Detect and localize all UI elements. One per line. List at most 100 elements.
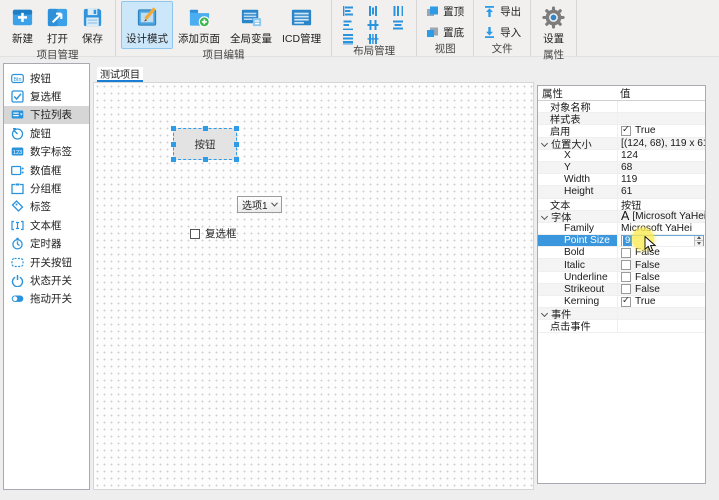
property-value[interactable]: [(124, 68), 119 x 61] bbox=[617, 138, 705, 149]
toolbar-button-global-var[interactable]: 全局变量 bbox=[225, 1, 277, 49]
palette-item-drag-switch[interactable]: 拖动开关 bbox=[4, 290, 89, 308]
property-value[interactable]: False bbox=[617, 272, 705, 283]
property-row-geometry[interactable]: 位置大小[(124, 68), 119 x 61] bbox=[538, 138, 705, 150]
value-column-header: 值 bbox=[617, 86, 705, 101]
property-value[interactable]: 119 bbox=[617, 174, 705, 185]
palette-item-button[interactable]: Btn按钮 bbox=[4, 69, 89, 87]
property-value[interactable]: False bbox=[617, 247, 705, 258]
property-row-height[interactable]: Height61 bbox=[538, 186, 705, 198]
unchecked-checkbox-icon[interactable] bbox=[621, 260, 631, 270]
toolbar-button-settings[interactable]: 设置 bbox=[536, 1, 571, 49]
property-row-text[interactable]: 文本按钮 bbox=[538, 199, 705, 211]
toolbar-button-align-right[interactable] bbox=[387, 4, 409, 17]
property-row-y[interactable]: Y68 bbox=[538, 162, 705, 174]
property-value[interactable]: 9 bbox=[617, 235, 705, 246]
property-row-family[interactable]: FamilyMicrosoft YaHei bbox=[538, 223, 705, 235]
property-value[interactable]: 68 bbox=[617, 162, 705, 173]
bool-value-text: False bbox=[635, 260, 660, 271]
resize-handle[interactable] bbox=[171, 126, 176, 131]
canvas-button-widget[interactable]: 按钮 bbox=[173, 128, 237, 160]
palette-item-toggle-button[interactable]: 开关按钮 bbox=[4, 253, 89, 271]
property-value[interactable]: A[Microsoft YaHei, 9] bbox=[617, 211, 705, 222]
property-value[interactable]: True bbox=[617, 125, 705, 136]
resize-handle[interactable] bbox=[171, 157, 176, 162]
toolbar-button-design-mode[interactable]: 设计模式 bbox=[121, 1, 173, 49]
collapse-chevron-icon[interactable] bbox=[541, 140, 548, 147]
property-row-underline[interactable]: UnderlineFalse bbox=[538, 272, 705, 284]
property-value[interactable]: Microsoft YaHei bbox=[617, 223, 705, 234]
toolbar-button-icd-manage[interactable]: ICD管理 bbox=[277, 1, 326, 49]
resize-handle[interactable] bbox=[203, 157, 208, 162]
toolbar-button-send-back[interactable]: 置底 bbox=[422, 23, 468, 42]
property-row-point-size[interactable]: Point Size9 bbox=[538, 235, 705, 247]
property-row-object-name[interactable]: 对象名称 bbox=[538, 101, 705, 113]
toolbar-button-align-vcenter[interactable] bbox=[362, 4, 384, 17]
toolbar-button-bring-front[interactable]: 置顶 bbox=[422, 2, 468, 21]
property-value[interactable]: False bbox=[617, 259, 705, 270]
unchecked-checkbox-icon[interactable] bbox=[621, 272, 631, 282]
property-row-stylesheet[interactable]: 样式表 bbox=[538, 113, 705, 125]
resize-handle[interactable] bbox=[234, 142, 239, 147]
point-size-spinbox[interactable]: 9 bbox=[621, 235, 704, 246]
resize-handle[interactable] bbox=[171, 142, 176, 147]
property-row-strikeout[interactable]: StrikeoutFalse bbox=[538, 284, 705, 296]
toolbar-button-add-page[interactable]: 添加页面 bbox=[173, 1, 225, 49]
property-row-kerning[interactable]: KerningTrue bbox=[538, 296, 705, 308]
property-row-click-event[interactable]: 点击事件 bbox=[538, 320, 705, 332]
collapse-chevron-icon[interactable] bbox=[541, 310, 548, 317]
property-value[interactable] bbox=[617, 101, 705, 112]
canvas-dropdown-widget[interactable]: 选项1 bbox=[237, 196, 282, 213]
property-value[interactable] bbox=[617, 113, 705, 124]
property-value[interactable]: 124 bbox=[617, 150, 705, 161]
palette-item-timer[interactable]: 定时器 bbox=[4, 235, 89, 253]
toolbar-button-align-bottom[interactable] bbox=[387, 18, 409, 31]
property-row-x[interactable]: X124 bbox=[538, 150, 705, 162]
canvas-checkbox-widget[interactable]: 复选框 bbox=[190, 226, 237, 241]
toolbar-button-distribute-h[interactable] bbox=[337, 32, 359, 45]
toolbar-button-align-left[interactable] bbox=[337, 4, 359, 17]
property-value[interactable] bbox=[617, 308, 705, 319]
toolbar-button-export[interactable]: 导出 bbox=[479, 2, 525, 21]
unchecked-checkbox-icon[interactable] bbox=[621, 284, 631, 294]
property-value[interactable]: 按钮 bbox=[617, 199, 705, 210]
property-value[interactable]: 61 bbox=[617, 186, 705, 197]
palette-item-value-box[interactable]: 数值框 bbox=[4, 161, 89, 179]
property-row-events[interactable]: 事件 bbox=[538, 308, 705, 320]
design-canvas[interactable]: 按钮 选项1 复选框 bbox=[93, 82, 534, 490]
collapse-chevron-icon[interactable] bbox=[541, 213, 548, 220]
property-value[interactable] bbox=[617, 320, 705, 331]
property-value[interactable]: False bbox=[617, 284, 705, 295]
checked-checkbox-icon[interactable] bbox=[621, 126, 631, 136]
unchecked-checkbox-icon[interactable] bbox=[621, 248, 631, 258]
property-row-font[interactable]: 字体A[Microsoft YaHei, 9] bbox=[538, 211, 705, 223]
toolbar-button-import[interactable]: 导入 bbox=[479, 23, 525, 42]
toolbar-button-align-top[interactable] bbox=[337, 18, 359, 31]
property-row-bold[interactable]: BoldFalse bbox=[538, 247, 705, 259]
toolbar-button-new[interactable]: 新建 bbox=[5, 1, 40, 49]
palette-item-group-box[interactable]: 分组框 bbox=[4, 179, 89, 197]
palette-item-state-switch[interactable]: 状态开关 bbox=[4, 271, 89, 289]
resize-handle[interactable] bbox=[203, 126, 208, 131]
toolbar-button-open[interactable]: 打开 bbox=[40, 1, 75, 49]
tab-test-project[interactable]: 测试项目 bbox=[97, 67, 143, 82]
toolbar-button-align-hcenter[interactable] bbox=[362, 18, 384, 31]
checked-checkbox-icon[interactable] bbox=[621, 297, 631, 307]
palette-item-dropdown[interactable]: 下拉列表 bbox=[4, 106, 89, 124]
resize-handle[interactable] bbox=[234, 157, 239, 162]
palette-item-checkbox[interactable]: 复选框 bbox=[4, 87, 89, 105]
palette-item-label[interactable]: 标签 bbox=[4, 198, 89, 216]
timer-widget-icon bbox=[11, 237, 24, 250]
property-row-enabled[interactable]: 启用True bbox=[538, 125, 705, 137]
property-value[interactable]: True bbox=[617, 296, 705, 307]
toolbar-button-distribute-v[interactable] bbox=[362, 32, 384, 45]
distribute-h-icon bbox=[342, 33, 354, 45]
palette-item-knob[interactable]: 旋钮 bbox=[4, 124, 89, 142]
palette-item-digit-label[interactable]: 123数字标签 bbox=[4, 143, 89, 161]
resize-handle[interactable] bbox=[234, 126, 239, 131]
toolbar-button-save[interactable]: 保存 bbox=[75, 1, 110, 49]
property-row-italic[interactable]: ItalicFalse bbox=[538, 259, 705, 271]
spin-down-button[interactable] bbox=[695, 241, 703, 246]
palette-item-text-box[interactable]: 文本框 bbox=[4, 216, 89, 234]
property-row-width[interactable]: Width119 bbox=[538, 174, 705, 186]
form-designer-app: 新建打开保存项目管理设计模式添加页面全局变量ICD管理项目编辑布局管理置顶置底视… bbox=[0, 0, 719, 500]
